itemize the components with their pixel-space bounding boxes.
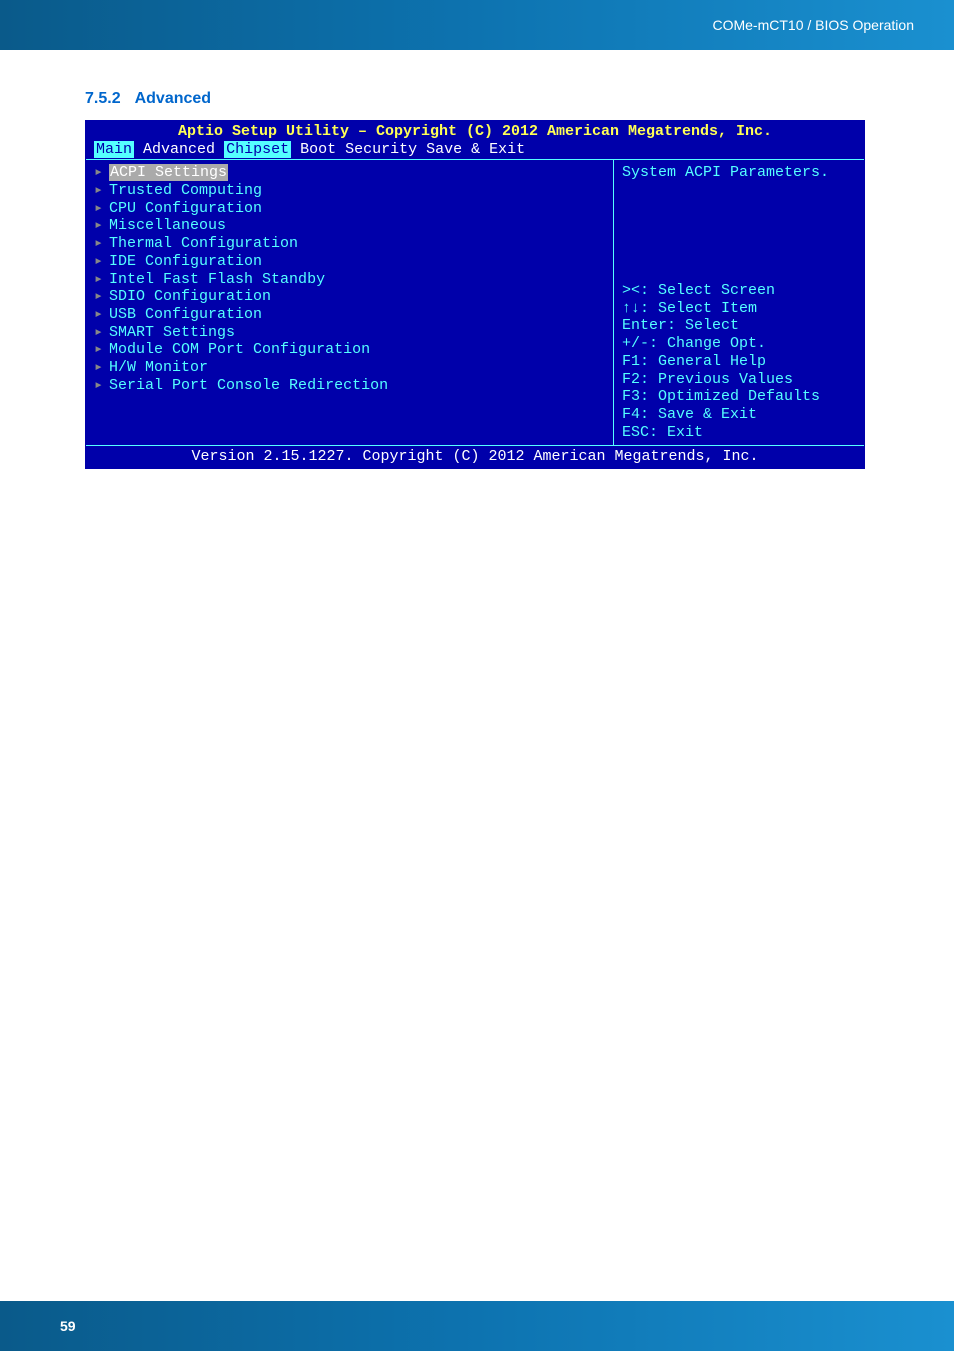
banner-title: COMe-mCT10 / BIOS Operation [712, 17, 914, 33]
content-area: 7.5.2 Advanced Aptio Setup Utility – Copy… [0, 50, 954, 469]
bios-body: ▸ ACPI Settings ▸ Trusted Computing ▸ CPU C… [86, 159, 864, 445]
menu-sdio-configuration[interactable]: ▸ SDIO Configuration [94, 288, 605, 306]
menu-ide-configuration[interactable]: ▸ IDE Configuration [94, 253, 605, 271]
menu-hw-monitor[interactable]: ▸ H/W Monitor [94, 359, 605, 377]
chevron-right-icon: ▸ [94, 288, 103, 305]
tab-spacer [134, 141, 143, 158]
chevron-right-icon: ▸ [94, 359, 103, 376]
bios-footer: Version 2.15.1227. Copyright (C) 2012 Am… [86, 445, 864, 468]
chevron-right-icon: ▸ [94, 164, 103, 181]
menu-label: IDE Configuration [109, 253, 262, 270]
menu-label: Module COM Port Configuration [109, 341, 370, 358]
menu-usb-configuration[interactable]: ▸ USB Configuration [94, 306, 605, 324]
menu-thermal-configuration[interactable]: ▸ Thermal Configuration [94, 235, 605, 253]
menu-intel-fast-flash[interactable]: ▸ Intel Fast Flash Standby [94, 271, 605, 289]
menu-label: USB Configuration [109, 306, 262, 323]
menu-label: ACPI Settings [109, 164, 228, 181]
menu-miscellaneous[interactable]: ▸ Miscellaneous [94, 217, 605, 235]
tab-main[interactable]: Main [94, 141, 134, 158]
top-banner: COMe-mCT10 / BIOS Operation [0, 0, 954, 50]
nav-select-screen: ><: Select Screen [622, 282, 856, 300]
menu-module-com-port[interactable]: ▸ Module COM Port Configuration [94, 341, 605, 359]
tab-spacer [215, 141, 224, 158]
page-number: 59 [60, 1318, 76, 1334]
tab-spacer [291, 141, 300, 158]
bios-header: Aptio Setup Utility – Copyright (C) 2012… [86, 121, 864, 141]
menu-smart-settings[interactable]: ▸ SMART Settings [94, 324, 605, 342]
menu-label: SDIO Configuration [109, 288, 271, 305]
tab-spacer [336, 141, 345, 158]
menu-label: Serial Port Console Redirection [109, 377, 388, 394]
tab-security[interactable]: Security [345, 141, 417, 158]
chevron-right-icon: ▸ [94, 253, 103, 270]
tab-boot[interactable]: Boot [300, 141, 336, 158]
tab-save-exit[interactable]: Save & Exit [426, 141, 525, 158]
nav-change-opt: +/-: Change Opt. [622, 335, 856, 353]
chevron-right-icon: ▸ [94, 377, 103, 394]
chevron-right-icon: ▸ [94, 182, 103, 199]
chevron-right-icon: ▸ [94, 217, 103, 234]
bios-window: Aptio Setup Utility – Copyright (C) 2012… [85, 120, 865, 469]
menu-label: Miscellaneous [109, 217, 226, 234]
help-panel: System ACPI Parameters. ><: Select Scree… [614, 160, 864, 445]
menu-cpu-configuration[interactable]: ▸ CPU Configuration [94, 200, 605, 218]
tab-spacer [417, 141, 426, 158]
menu-acpi-settings[interactable]: ▸ ACPI Settings [94, 164, 605, 182]
chevron-right-icon: ▸ [94, 324, 103, 341]
menu-panel: ▸ ACPI Settings ▸ Trusted Computing ▸ CPU C… [86, 160, 614, 445]
chevron-right-icon: ▸ [94, 235, 103, 252]
page-footer: 59 [0, 1301, 954, 1351]
help-description: System ACPI Parameters. [622, 164, 856, 182]
section-heading: 7.5.2 Advanced [85, 90, 869, 108]
tab-chipset[interactable]: Chipset [224, 141, 291, 158]
nav-select-item: ↑↓: Select Item [622, 300, 856, 318]
nav-enter-select: Enter: Select [622, 317, 856, 335]
nav-esc-exit: ESC: Exit [622, 424, 856, 442]
bios-tabs: Main Advanced Chipset Boot Security Save… [86, 141, 864, 160]
menu-label: Trusted Computing [109, 182, 262, 199]
menu-trusted-computing[interactable]: ▸ Trusted Computing [94, 182, 605, 200]
section-title: Advanced [135, 90, 211, 107]
nav-general-help: F1: General Help [622, 353, 856, 371]
chevron-right-icon: ▸ [94, 306, 103, 323]
menu-serial-port-console[interactable]: ▸ Serial Port Console Redirection [94, 377, 605, 395]
nav-save-exit: F4: Save & Exit [622, 406, 856, 424]
tab-advanced[interactable]: Advanced [143, 141, 215, 158]
chevron-right-icon: ▸ [94, 200, 103, 217]
spacer [622, 182, 856, 282]
section-number: 7.5.2 [85, 90, 121, 107]
menu-label: CPU Configuration [109, 200, 262, 217]
menu-label: SMART Settings [109, 324, 235, 341]
nav-previous-values: F2: Previous Values [622, 371, 856, 389]
menu-label: H/W Monitor [109, 359, 208, 376]
menu-label: Thermal Configuration [109, 235, 298, 252]
menu-label: Intel Fast Flash Standby [109, 271, 325, 288]
chevron-right-icon: ▸ [94, 341, 103, 358]
nav-optimized-defaults: F3: Optimized Defaults [622, 388, 856, 406]
chevron-right-icon: ▸ [94, 271, 103, 288]
